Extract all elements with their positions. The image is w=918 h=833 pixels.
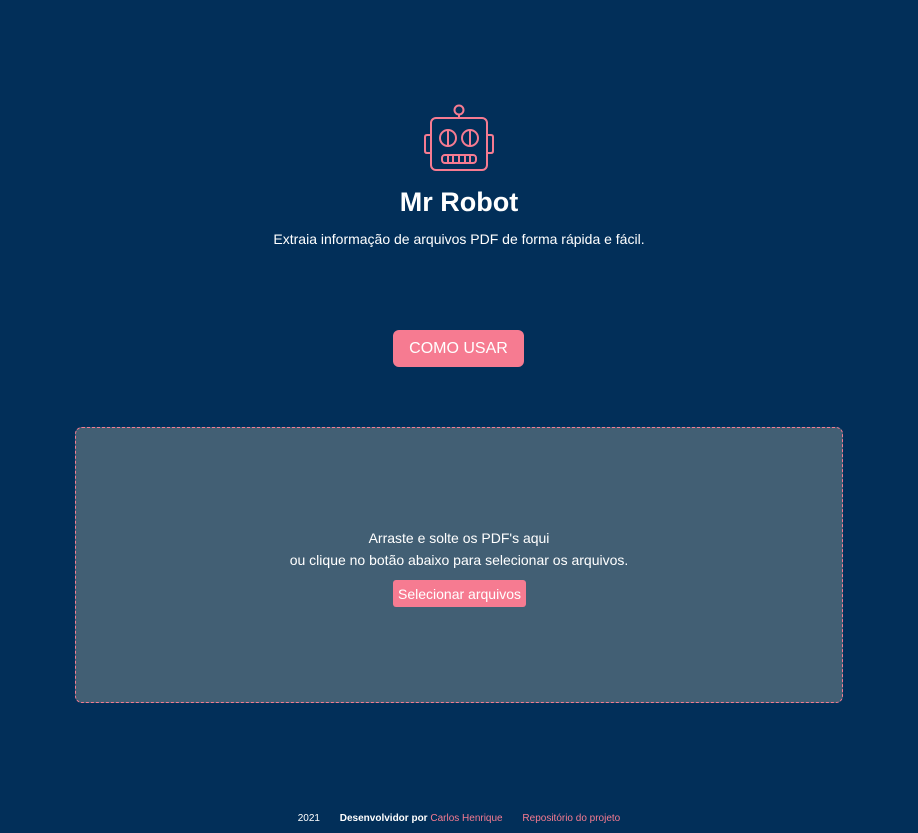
footer-developed-by: Desenvolvidor por (339, 813, 428, 824)
author-link[interactable]: Carlos Henrique (430, 813, 502, 824)
file-dropzone[interactable]: Arraste e solte os PDF's aqui ou clique … (75, 427, 843, 703)
page-header: Mr Robot Extraia informação de arquivos … (0, 104, 918, 248)
dropzone-hint: ou clique no botão abaixo para seleciona… (289, 552, 629, 568)
dropzone-instruction: Arraste e solte os PDF's aqui (368, 530, 550, 546)
robot-icon (424, 104, 494, 171)
page-title: Mr Robot (399, 187, 519, 217)
how-to-use-button[interactable]: Como usar (393, 330, 524, 367)
select-files-button[interactable]: Selecionar arquivos (393, 580, 526, 607)
page-subtitle: Extraia informação de arquivos PDF de fo… (273, 231, 645, 247)
repository-link[interactable]: Repositório do projeto (522, 813, 620, 824)
footer-year: 2021 (297, 813, 320, 824)
page-footer: 2021 Desenvolvidor por Carlos Henrique R… (0, 812, 918, 826)
